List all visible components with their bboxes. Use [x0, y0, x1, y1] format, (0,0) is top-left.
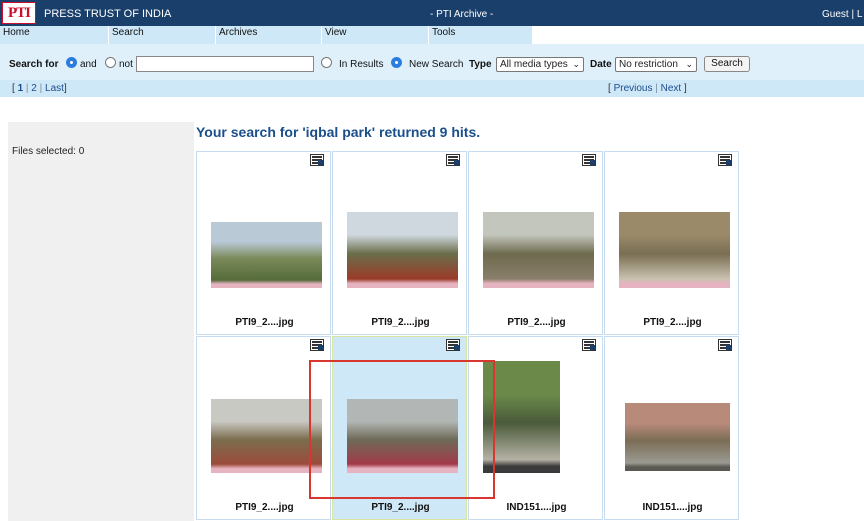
in-results-radio[interactable] [321, 57, 332, 68]
type-label: Type [469, 59, 492, 70]
new-search-label: New Search [409, 59, 464, 70]
in-results-label: In Results [339, 59, 384, 70]
chevron-down-icon: ⌄ [685, 59, 693, 69]
details-icon[interactable] [310, 154, 324, 166]
details-icon[interactable] [446, 154, 460, 166]
next-link[interactable]: Next [661, 83, 682, 94]
search-input[interactable] [136, 56, 314, 72]
thumbnail-image[interactable] [625, 403, 730, 471]
thumbnail-image[interactable] [483, 361, 560, 473]
result-tile[interactable]: PTI9_2....jpg [468, 151, 603, 335]
file-name[interactable]: PTI9_2....jpg [197, 502, 332, 513]
menu-home[interactable]: Home [0, 26, 109, 44]
file-name[interactable]: PTI9_2....jpg [605, 317, 740, 328]
menu-archives[interactable]: Archives [216, 26, 322, 44]
new-search-radio[interactable] [391, 57, 402, 68]
details-icon[interactable] [582, 154, 596, 166]
date-select[interactable]: No restriction ⌄ [615, 57, 697, 72]
result-tile[interactable]: IND151....jpg [604, 336, 739, 520]
menu-bar: Home Search Archives View Tools [0, 26, 864, 44]
date-label: Date [590, 59, 612, 70]
menu-view[interactable]: View [322, 26, 429, 44]
files-selected-count: Files selected: 0 [12, 146, 85, 157]
and-label: and [80, 59, 97, 70]
last-page-link[interactable]: Last [45, 83, 64, 94]
header-bar: PTI PRESS TRUST OF INDIA - PTI Archive -… [0, 0, 864, 26]
page-1-link[interactable]: 1 [18, 83, 24, 94]
file-name[interactable]: PTI9_2....jpg [197, 317, 332, 328]
thumbnail-image[interactable] [211, 399, 322, 473]
page-title: - PTI Archive - [430, 9, 494, 20]
page-links: [ 1 | 2 | Last] [12, 83, 67, 94]
details-icon[interactable] [310, 339, 324, 351]
result-tile[interactable]: PTI9_2....jpg [332, 336, 467, 520]
search-for-label: Search for [9, 59, 59, 70]
search-bar: Search for and not In Results New Search… [0, 44, 864, 80]
file-name[interactable]: PTI9_2....jpg [333, 317, 468, 328]
selection-panel: Files selected: 0 [8, 122, 194, 521]
chevron-down-icon: ⌄ [572, 59, 580, 69]
pti-logo[interactable]: PTI [2, 2, 36, 24]
thumbnail-image[interactable] [347, 399, 458, 473]
details-icon[interactable] [582, 339, 596, 351]
result-tile[interactable]: PTI9_2....jpg [332, 151, 467, 335]
search-button[interactable]: Search [704, 56, 750, 72]
and-radio[interactable] [66, 57, 77, 68]
results-heading: Your search for 'iqbal park' returned 9 … [196, 124, 481, 140]
details-icon[interactable] [718, 154, 732, 166]
media-type-select[interactable]: All media types ⌄ [496, 57, 584, 72]
previous-link[interactable]: Previous [614, 83, 653, 94]
page-2-link[interactable]: 2 [31, 83, 37, 94]
file-name[interactable]: PTI9_2....jpg [469, 317, 604, 328]
thumbnail-image[interactable] [211, 222, 322, 288]
not-radio[interactable] [105, 57, 116, 68]
file-name[interactable]: IND151....jpg [469, 502, 604, 513]
thumbnail-image[interactable] [347, 212, 458, 288]
thumbnail-image[interactable] [619, 212, 730, 288]
result-tile[interactable]: PTI9_2....jpg [196, 336, 331, 520]
brand-name: PRESS TRUST OF INDIA [44, 8, 172, 20]
pager-bar: [ 1 | 2 | Last] [ Previous | Next ] [0, 80, 864, 97]
file-name[interactable]: IND151....jpg [605, 502, 740, 513]
user-info[interactable]: Guest | L [822, 9, 862, 20]
details-icon[interactable] [446, 339, 460, 351]
result-tile[interactable]: IND151....jpg [468, 336, 603, 520]
details-icon[interactable] [718, 339, 732, 351]
result-tile[interactable]: PTI9_2....jpg [604, 151, 739, 335]
thumbnail-image[interactable] [483, 212, 594, 288]
not-label: not [119, 59, 133, 70]
prev-next-links: [ Previous | Next ] [608, 83, 687, 94]
file-name[interactable]: PTI9_2....jpg [333, 502, 468, 513]
menu-search[interactable]: Search [109, 26, 216, 44]
menu-tools[interactable]: Tools [429, 26, 533, 44]
result-tile[interactable]: PTI9_2....jpg [196, 151, 331, 335]
